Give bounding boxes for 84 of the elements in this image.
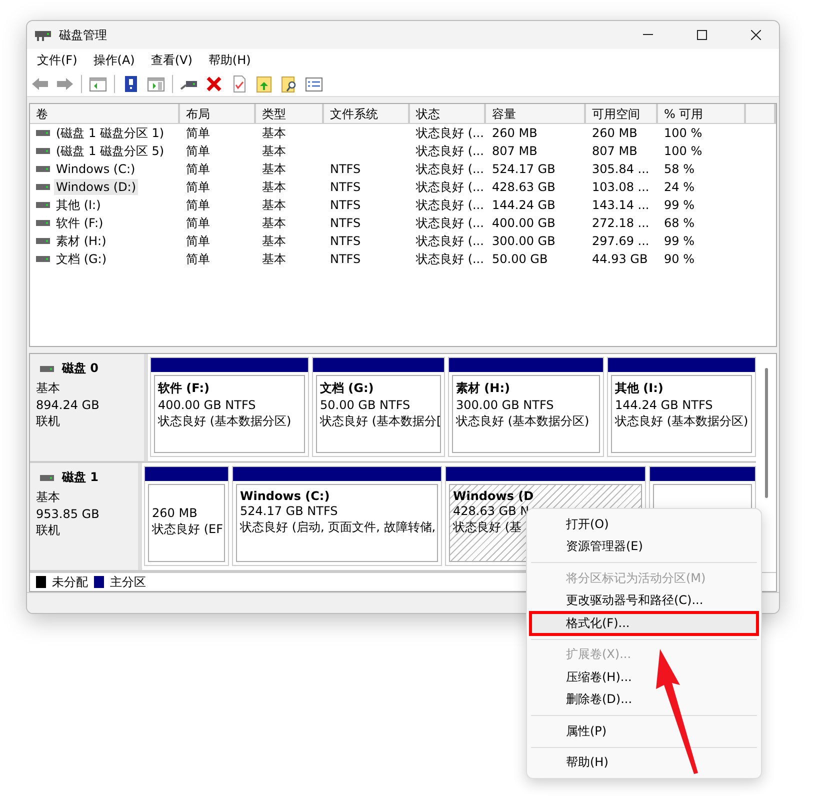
table-cell: 简单: [186, 214, 210, 232]
partition-status: 状态良好 (基本数据分[: [320, 413, 440, 430]
table-cell: 简单: [186, 142, 210, 160]
table-cell: 状态良好 (...: [416, 214, 484, 232]
legend-label: 未分配: [52, 574, 88, 591]
legend-label: 主分区: [110, 574, 146, 591]
table-cell: NTFS: [330, 162, 361, 176]
disk-status: 联机: [36, 522, 61, 540]
table-cell: 状态良好 (...: [416, 160, 484, 178]
window-title: 磁盘管理: [59, 26, 108, 44]
table-cell: 272.18 ...: [592, 216, 650, 230]
table-cell: 状态良好 (...: [416, 178, 484, 196]
partition-size: 144.24 GB NTFS: [615, 398, 713, 412]
table-cell: 24 %: [664, 180, 694, 194]
partition-status: 状态良好 (基本数据分区): [456, 413, 590, 430]
table-cell: 300.00 GB: [492, 234, 556, 248]
table-cell: 260 MB: [492, 126, 538, 140]
table-cell: 428.63 GB: [492, 180, 556, 194]
table-cell: 297.69 ...: [592, 234, 650, 248]
table-cell: 99 %: [664, 198, 694, 212]
partition-title: Windows (D: [453, 489, 534, 504]
partition-size: 260 MB: [152, 506, 198, 520]
table-cell: 524.17 GB: [492, 162, 556, 176]
table-cell: 90 %: [664, 252, 694, 266]
partition-status: 状态良好 (EFI: [152, 521, 224, 538]
table-cell: 状态良好 (...: [416, 250, 484, 268]
table-cell: 简单: [186, 196, 210, 214]
table-cell: NTFS: [330, 216, 361, 230]
table-cell: 基本: [262, 124, 286, 142]
table-cell: 68 %: [664, 216, 694, 230]
table-cell: 基本: [262, 196, 286, 214]
table-cell: 50.00 GB: [492, 252, 548, 266]
table-cell: 简单: [186, 124, 210, 142]
partition-status: 状态良好 (基本数据分区): [158, 413, 292, 430]
table-cell: NTFS: [330, 252, 361, 266]
partition-title: 其他 (I:): [615, 380, 664, 398]
disk-status: 联机: [36, 413, 61, 430]
partition-size: 400.00 GB NTFS: [158, 398, 256, 412]
table-cell: 基本: [262, 250, 286, 268]
table-cell: 简单: [186, 250, 210, 268]
table-cell: 基本: [262, 160, 286, 178]
table-cell: 基本: [262, 232, 286, 250]
table-cell: 基本: [262, 142, 286, 160]
partition-title: 软件 (F:): [158, 380, 210, 398]
table-cell: 807 MB: [592, 144, 638, 158]
disk-name: 磁盘 1: [62, 469, 99, 486]
partition-size: 50.00 GB NTFS: [320, 398, 410, 412]
disk-type: 基本: [36, 489, 61, 506]
table-cell: 58 %: [664, 162, 694, 176]
table-cell: 基本: [262, 178, 286, 196]
table-cell: 99 %: [664, 234, 694, 248]
table-cell: 状态良好 (...: [416, 124, 484, 142]
disk-name: 磁盘 0: [62, 360, 99, 378]
table-cell: 简单: [186, 232, 210, 250]
table-cell: 100 %: [664, 144, 702, 158]
partition-status: 状态良好 (基本数据分区): [615, 413, 748, 430]
table-cell: 400.00 GB: [492, 216, 556, 230]
table-cell: 基本: [262, 214, 286, 232]
table-cell: 简单: [186, 160, 210, 178]
table-cell: NTFS: [330, 234, 361, 248]
partition-size: 524.17 GB NTFS: [240, 504, 338, 518]
table-cell: 状态良好 (...: [416, 232, 484, 250]
table-cell: 状态良好 (...: [416, 142, 484, 160]
table-cell: 状态良好 (...: [416, 196, 484, 214]
partition-size: 300.00 GB NTFS: [456, 398, 554, 412]
table-cell: 305.84 ...: [592, 162, 650, 176]
table-cell: 807 MB: [492, 144, 538, 158]
partition-status: 状态良好 (启动, 页面文件, 故障转储,: [240, 519, 436, 536]
table-cell: NTFS: [330, 198, 361, 212]
disk-size: 894.24 GB: [36, 398, 100, 412]
partition-title: Windows (C:): [240, 489, 330, 504]
table-cell: 144.24 GB: [492, 198, 556, 212]
disk-size: 953.85 GB: [36, 507, 100, 522]
table-cell: NTFS: [330, 180, 361, 194]
table-cell: 100 %: [664, 126, 702, 140]
table-cell: 103.08 ...: [592, 180, 650, 194]
table-cell: 44.93 GB: [592, 252, 648, 266]
partition-title: 文档 (G:): [320, 380, 374, 398]
partition-status: 状态良好 (基: [453, 519, 522, 536]
table-cell: 143.14 ...: [592, 198, 650, 212]
disk-type: 基本: [36, 380, 61, 398]
table-cell: 简单: [186, 178, 210, 196]
table-cell: 260 MB: [592, 126, 638, 140]
partition-title: 素材 (H:): [456, 380, 510, 398]
